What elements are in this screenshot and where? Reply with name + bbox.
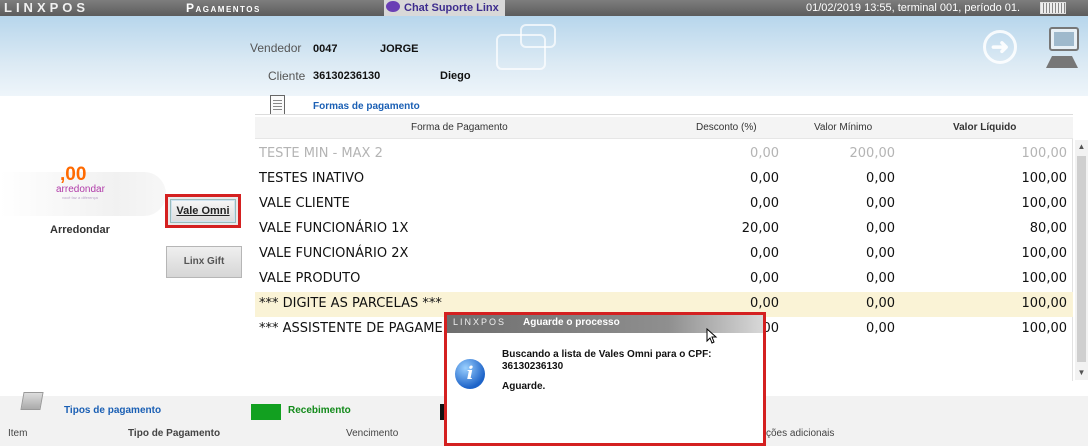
row-liquido: 100,00 bbox=[1021, 171, 1068, 186]
column-desconto[interactable]: Desconto (%) bbox=[696, 122, 757, 133]
row-name: VALE CLIENTE bbox=[259, 196, 350, 211]
grid-header: Forma de Pagamento Desconto (%) Valor Mí… bbox=[255, 117, 1073, 139]
keyboard-icon[interactable] bbox=[1040, 2, 1066, 14]
row-liquido: 80,00 bbox=[1029, 221, 1067, 236]
dialog-logo: LINXPOS bbox=[453, 317, 507, 327]
divider bbox=[255, 114, 1073, 115]
row-minimo: 0,00 bbox=[866, 171, 895, 186]
cliente-code: 36130236130 bbox=[313, 70, 381, 82]
chat-support-link[interactable]: Chat Suporte Linx bbox=[384, 0, 505, 16]
table-row[interactable]: VALE FUNCIONÁRIO 1X 20,00 0,00 80,00 bbox=[255, 217, 1073, 242]
info-icon: i bbox=[455, 359, 485, 389]
screen-title: Pagamentos bbox=[186, 1, 261, 15]
dialog-message-line: Buscando a lista de Vales Omni para o CP… bbox=[502, 349, 712, 360]
recebimento-title: Recebimento bbox=[288, 405, 351, 416]
row-name: VALE FUNCIONÁRIO 1X bbox=[259, 221, 409, 236]
scroll-thumb[interactable] bbox=[1077, 156, 1086, 362]
row-minimo: 0,00 bbox=[866, 296, 895, 311]
column-vencimento[interactable]: Vencimento bbox=[346, 428, 398, 439]
row-name: TESTE MIN - MAX 2 bbox=[259, 146, 383, 161]
table-row[interactable]: VALE CLIENTE 0,00 0,00 100,00 bbox=[255, 192, 1073, 217]
dialog-title: Aguarde o processo bbox=[523, 317, 620, 328]
table-row[interactable]: TESTE MIN - MAX 2 0,00 200,00 100,00 bbox=[255, 142, 1073, 167]
scroll-down-icon[interactable]: ▼ bbox=[1075, 366, 1088, 380]
column-tipo-pagamento[interactable]: Tipo de Pagamento bbox=[128, 428, 220, 439]
arredondar-logo: ,00 arredondar você faz a diferença bbox=[56, 164, 112, 206]
row-desconto: 0,00 bbox=[750, 246, 779, 261]
row-minimo: 0,00 bbox=[866, 271, 895, 286]
mouse-cursor-icon bbox=[706, 328, 718, 344]
row-liquido: 100,00 bbox=[1021, 296, 1068, 311]
arredondar-label[interactable]: Arredondar bbox=[50, 224, 110, 236]
table-row[interactable]: VALE PRODUTO 0,00 0,00 100,00 bbox=[255, 267, 1073, 292]
linx-gift-button[interactable]: Linx Gift bbox=[166, 246, 242, 278]
row-minimo: 0,00 bbox=[866, 246, 895, 261]
column-valor-liquido[interactable]: Valor Líquido bbox=[953, 122, 1016, 133]
monitor-icon bbox=[1046, 27, 1079, 68]
tipos-pagamento-title: Tipos de pagamento bbox=[64, 405, 162, 416]
row-minimo: 0,00 bbox=[866, 221, 895, 236]
row-desconto: 0,00 bbox=[750, 271, 779, 286]
arredondar-logo-word: arredondar bbox=[56, 184, 105, 195]
cliente-name: Diego bbox=[440, 70, 471, 82]
grid-scrollbar[interactable]: ▲ ▼ bbox=[1075, 140, 1088, 380]
scroll-up-icon[interactable]: ▲ bbox=[1075, 140, 1088, 154]
formas-pagamento-title: Formas de pagamento bbox=[313, 101, 420, 112]
row-desconto: 0,00 bbox=[750, 146, 779, 161]
row-name: *** ASSISTENTE DE PAGAME bbox=[259, 321, 443, 336]
row-liquido: 100,00 bbox=[1021, 196, 1068, 211]
row-liquido: 100,00 bbox=[1021, 271, 1068, 286]
vendedor-label: Vendedor bbox=[250, 41, 302, 55]
recebimento-indicator bbox=[251, 404, 281, 420]
row-desconto: 20,00 bbox=[741, 221, 779, 236]
row-name: *** DIGITE AS PARCELAS *** bbox=[259, 296, 442, 311]
arredondar-logo-value: ,00 bbox=[60, 164, 87, 185]
arredondar-logo-tagline: você faz a diferença bbox=[62, 195, 98, 200]
dialog-message-cpf: 36130236130 bbox=[502, 361, 564, 372]
column-informacoes-adicionais[interactable]: ções adicionais bbox=[766, 428, 834, 439]
row-liquido: 100,00 bbox=[1021, 146, 1068, 161]
dialog-message: Buscando a lista de Vales Omni para o CP… bbox=[502, 349, 752, 373]
row-liquido: 100,00 bbox=[1021, 246, 1068, 261]
row-desconto: 0,00 bbox=[750, 171, 779, 186]
row-minimo: 0,00 bbox=[866, 196, 895, 211]
row-name: TESTES INATIVO bbox=[259, 171, 365, 186]
row-desconto: 0,00 bbox=[750, 296, 779, 311]
vale-omni-label: Vale Omni bbox=[176, 205, 230, 217]
title-bar: LINXPOS Pagamentos Chat Suporte Linx 01/… bbox=[0, 0, 1088, 16]
vendedor-code: 0047 bbox=[313, 43, 338, 55]
cliente-label: Cliente bbox=[268, 69, 306, 83]
table-row[interactable]: TESTES INATIVO 0,00 0,00 100,00 bbox=[255, 167, 1073, 192]
card-icon bbox=[20, 392, 44, 410]
next-arrow-icon[interactable]: ➜ bbox=[983, 30, 1017, 64]
document-icon bbox=[270, 95, 285, 115]
dialog-wait-text: Aguarde. bbox=[502, 381, 546, 392]
header-band: Vendedor 0047 JORGE Cliente 36130236130 … bbox=[0, 16, 1088, 96]
row-minimo: 200,00 bbox=[849, 146, 896, 161]
column-item[interactable]: Item bbox=[8, 428, 27, 439]
vale-omni-button[interactable]: Vale Omni bbox=[165, 194, 241, 228]
column-forma[interactable]: Forma de Pagamento bbox=[411, 122, 508, 133]
chat-bubble-icon bbox=[386, 1, 400, 12]
session-info: 01/02/2019 13:55, terminal 001, período … bbox=[806, 2, 1021, 14]
chat-support-label: Chat Suporte Linx bbox=[404, 2, 499, 14]
column-valor-minimo[interactable]: Valor Mínimo bbox=[814, 122, 872, 133]
row-desconto: 0,00 bbox=[750, 196, 779, 211]
vendedor-name: JORGE bbox=[380, 43, 419, 55]
row-name: VALE FUNCIONÁRIO 2X bbox=[259, 246, 409, 261]
row-minimo: 0,00 bbox=[866, 321, 895, 336]
row-name: VALE PRODUTO bbox=[259, 271, 361, 286]
header-decoration bbox=[520, 24, 556, 48]
linxpos-logo: LINXPOS bbox=[4, 0, 90, 15]
table-row[interactable]: VALE FUNCIONÁRIO 2X 0,00 0,00 100,00 bbox=[255, 242, 1073, 267]
row-liquido: 100,00 bbox=[1021, 321, 1068, 336]
